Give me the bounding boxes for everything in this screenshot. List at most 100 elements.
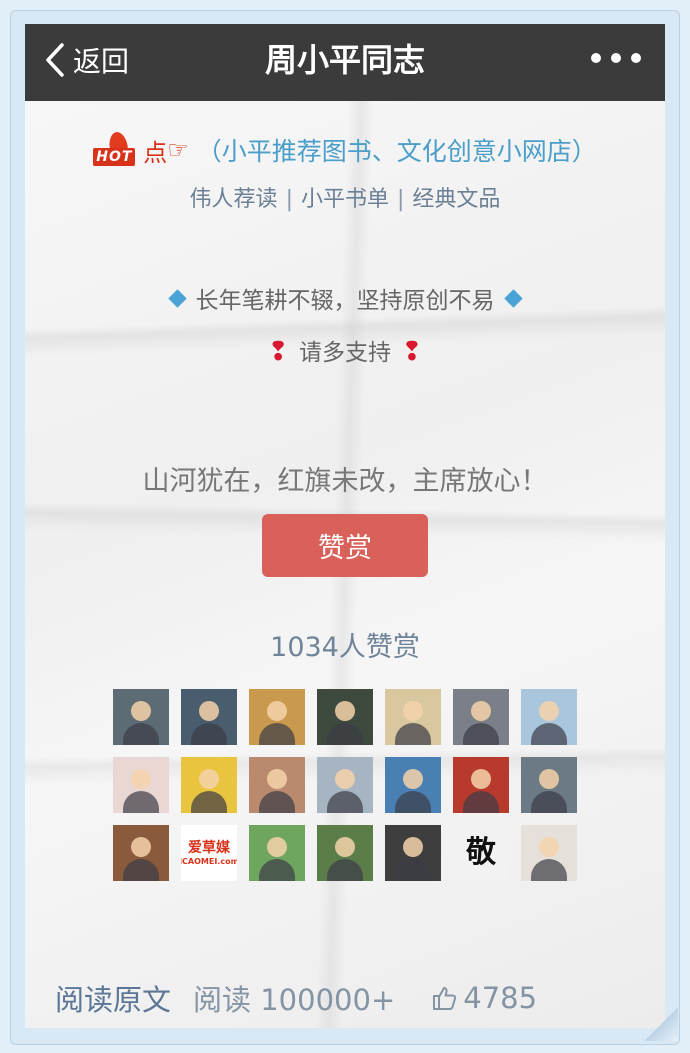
avatar-body-shape bbox=[123, 859, 159, 881]
avatar-head-shape bbox=[267, 837, 287, 857]
avatar-body-shape bbox=[463, 723, 499, 745]
link-separator: | bbox=[285, 187, 293, 212]
reward-count: 1034人赞赏 bbox=[270, 632, 420, 663]
avatar-body-shape bbox=[395, 723, 431, 745]
avatar-body-shape bbox=[259, 791, 295, 813]
avatar-head-shape bbox=[403, 701, 423, 721]
reward-avatar-grid: 爱草媒 ICAOMEI.com 敬 bbox=[113, 689, 577, 881]
avatar-head-shape bbox=[539, 769, 559, 789]
reward-avatar[interactable] bbox=[317, 757, 373, 813]
avatar-body-shape bbox=[259, 859, 295, 881]
reward-slogan: 山河犹在，红旗未改，主席放心！ bbox=[142, 466, 548, 497]
motto-line-2: ❢ 请多支持 ❢ bbox=[25, 334, 665, 371]
avatar-head-shape bbox=[131, 701, 151, 721]
reward-avatar[interactable] bbox=[113, 757, 169, 813]
avatar-body-shape bbox=[191, 723, 227, 745]
avatar-head-shape bbox=[403, 769, 423, 789]
reward-avatar[interactable] bbox=[317, 825, 373, 881]
avatar-head-shape bbox=[471, 701, 491, 721]
avatar-body-shape bbox=[123, 791, 159, 813]
reward-avatar[interactable] bbox=[521, 825, 577, 881]
avatar-head-shape bbox=[335, 769, 355, 789]
promo-line: HOT 点 ☞ （小平推荐图书、文化创意小网店） bbox=[25, 128, 665, 172]
more-dot-icon bbox=[611, 53, 621, 63]
avatar-head-shape bbox=[335, 837, 355, 857]
pointing-hand-icon: ☞ bbox=[167, 136, 189, 164]
avatar-head-shape bbox=[199, 701, 219, 721]
book-links: 伟人荐读 | 小平书单 | 经典文品 bbox=[25, 184, 665, 216]
reward-avatar[interactable] bbox=[453, 689, 509, 745]
link-separator: | bbox=[397, 187, 405, 212]
read-original-link[interactable]: 阅读原文 bbox=[55, 977, 171, 1019]
avatar-label: 爱草媒 bbox=[188, 840, 230, 856]
avatar-head-shape bbox=[539, 837, 559, 857]
exclamation-icon: ❢ bbox=[267, 337, 289, 367]
reward-avatar[interactable] bbox=[453, 757, 509, 813]
avatar-body-shape bbox=[191, 791, 227, 813]
motto-text-2: 请多支持 bbox=[299, 340, 391, 366]
exclamation-icon: ❢ bbox=[401, 337, 423, 367]
avatar-body-shape bbox=[531, 859, 567, 881]
avatar-head-shape bbox=[539, 701, 559, 721]
reward-avatar[interactable] bbox=[521, 757, 577, 813]
avatar-body-shape bbox=[327, 859, 363, 881]
avatar-head-shape bbox=[131, 769, 151, 789]
motto-line-1: 长年笔耕不辍，坚持原创不易 bbox=[25, 284, 665, 318]
reward-avatar[interactable] bbox=[385, 825, 441, 881]
link-book-list[interactable]: 小平书单 bbox=[301, 187, 389, 212]
like-button[interactable]: 4785 bbox=[431, 981, 537, 1015]
motto-text-1: 长年笔耕不辍，坚持原创不易 bbox=[195, 288, 495, 314]
avatar-body-shape bbox=[327, 723, 363, 745]
avatar-body-shape bbox=[327, 791, 363, 813]
reward-avatar[interactable]: 敬 bbox=[453, 825, 509, 881]
reward-button[interactable]: 赞赏 bbox=[262, 514, 428, 577]
link-great-reads[interactable]: 伟人荐读 bbox=[190, 187, 278, 212]
reward-avatar[interactable] bbox=[181, 689, 237, 745]
reward-avatar[interactable] bbox=[385, 757, 441, 813]
top-navigation-bar: 返回 周小平同志 bbox=[25, 24, 665, 101]
reward-avatar[interactable] bbox=[249, 689, 305, 745]
avatar-head-shape bbox=[267, 701, 287, 721]
diamond-icon bbox=[167, 289, 187, 308]
thumbs-up-icon bbox=[433, 987, 457, 1010]
avatar-body-shape bbox=[395, 791, 431, 813]
avatar-body-shape bbox=[531, 723, 567, 745]
hot-dian-text: 点 bbox=[143, 138, 168, 167]
avatar-head-shape bbox=[199, 769, 219, 789]
page-corner-curl bbox=[644, 1007, 678, 1041]
more-dot-icon bbox=[631, 53, 641, 63]
link-classic-articles[interactable]: 经典文品 bbox=[412, 187, 500, 212]
hot-badge-icon: HOT bbox=[93, 130, 141, 168]
avatar-body-shape bbox=[123, 723, 159, 745]
avatar-head-shape bbox=[471, 769, 491, 789]
reward-avatar[interactable] bbox=[317, 689, 373, 745]
reward-avatar[interactable] bbox=[113, 689, 169, 745]
avatar-label: 敬 bbox=[466, 835, 496, 870]
hot-text: HOT bbox=[93, 148, 136, 166]
reward-avatar[interactable] bbox=[181, 757, 237, 813]
page-title: 周小平同志 bbox=[264, 41, 425, 79]
like-count: 4785 bbox=[463, 981, 538, 1015]
reward-avatar[interactable] bbox=[385, 689, 441, 745]
reward-avatar[interactable] bbox=[249, 757, 305, 813]
reward-avatar[interactable] bbox=[521, 689, 577, 745]
diamond-icon bbox=[503, 289, 523, 308]
reward-avatar[interactable] bbox=[249, 825, 305, 881]
avatar-sublabel: ICAOMEI.com bbox=[181, 857, 237, 866]
avatar-body-shape bbox=[395, 859, 431, 881]
avatar-head-shape bbox=[131, 837, 151, 857]
article-page: 返回 周小平同志 HOT 点 ☞ （小平推荐图书、文化创意小网店） 伟人荐读 | 小… bbox=[25, 24, 665, 1028]
reward-avatar[interactable]: 爱草媒 ICAOMEI.com bbox=[181, 825, 237, 881]
more-menu-button[interactable] bbox=[591, 46, 641, 70]
shop-link[interactable]: （小平推荐图书、文化创意小网店） bbox=[197, 132, 597, 168]
article-footer: 阅读原文 阅读 100000+ 4785 bbox=[55, 976, 645, 1020]
avatar-body-shape bbox=[463, 791, 499, 813]
more-dot-icon bbox=[591, 53, 601, 63]
reward-avatar[interactable] bbox=[113, 825, 169, 881]
avatar-body-shape bbox=[259, 723, 295, 745]
read-count: 阅读 100000+ bbox=[193, 983, 396, 1017]
avatar-head-shape bbox=[403, 837, 423, 857]
avatar-body-shape bbox=[531, 791, 567, 813]
avatar-head-shape bbox=[267, 769, 287, 789]
avatar-head-shape bbox=[335, 701, 355, 721]
